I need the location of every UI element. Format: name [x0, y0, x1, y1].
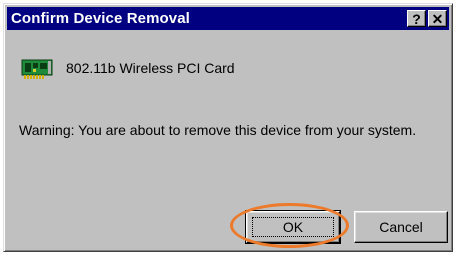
cancel-button-label: Cancel	[379, 219, 423, 235]
cancel-button[interactable]: Cancel	[354, 211, 448, 243]
ok-button[interactable]: OK	[245, 210, 341, 244]
close-button[interactable]: ✕	[428, 10, 447, 27]
help-icon: ?	[412, 10, 421, 27]
confirm-device-removal-dialog: Confirm Device Removal ? ✕ 802.11b Wirel…	[3, 3, 453, 252]
help-button[interactable]: ?	[407, 10, 426, 27]
dialog-title: Confirm Device Removal	[11, 10, 190, 27]
close-icon: ✕	[431, 10, 444, 27]
device-name: 802.11b Wireless PCI Card	[66, 60, 235, 76]
warning-message: Warning: You are about to remove this de…	[19, 122, 417, 138]
ok-button-label: OK	[282, 219, 304, 235]
network-card-icon	[21, 59, 53, 79]
title-bar: Confirm Device Removal ? ✕	[7, 7, 449, 30]
